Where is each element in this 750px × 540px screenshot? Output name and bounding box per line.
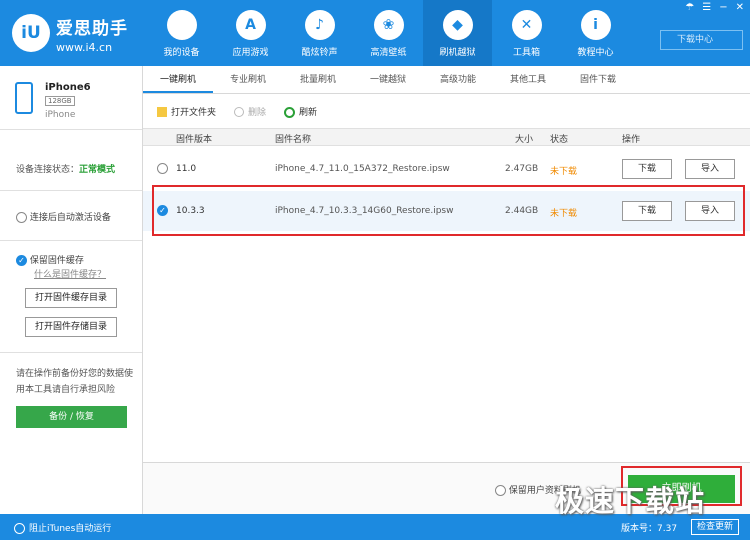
refresh-button[interactable]: 刷新 <box>284 105 317 118</box>
radio-icon <box>495 485 506 496</box>
tools-icon: ✕ <box>511 10 542 40</box>
window-controls: ☂ ☰ − ✕ <box>685 2 744 13</box>
watermark: 极速下载站 <box>555 484 706 518</box>
table-row[interactable]: 11.0 iPhone_4.7_11.0_15A372_Restore.ipsw… <box>143 149 750 189</box>
firmware-size: 2.47GB <box>505 164 539 174</box>
device-model: iPhone <box>45 110 76 120</box>
tab-other-tools[interactable]: 其他工具 <box>493 66 563 93</box>
header-version: 固件版本 <box>176 135 213 145</box>
device-name: iPhone6 <box>45 82 91 93</box>
version-label: 版本号：7.37 <box>621 524 678 534</box>
nav-apps-games[interactable]: A 应用游戏 <box>216 0 285 66</box>
check-update-button[interactable]: 检查更新 <box>691 519 739 535</box>
nav-wallpapers[interactable]: ❀ 高清壁纸 <box>354 0 423 66</box>
highlight-box <box>152 185 745 236</box>
apple-icon <box>166 10 197 40</box>
device-panel: iPhone6 128GB iPhone <box>0 66 142 130</box>
block-itunes-option[interactable]: 阻止iTunes自动运行 <box>14 521 111 534</box>
delete-label: 删除 <box>248 107 267 118</box>
auto-activate-label: 连接后自动激活设备 <box>29 213 111 223</box>
nav-label: 高清壁纸 <box>370 48 407 58</box>
app-url: www.i4.cn <box>56 41 113 54</box>
nav-toolbox[interactable]: ✕ 工具箱 <box>492 0 561 66</box>
box-icon: ◆ <box>442 10 473 40</box>
block-itunes-label: 阻止iTunes自动运行 <box>29 524 112 534</box>
radio-icon <box>14 523 25 534</box>
download-center-button[interactable]: 下载中心 <box>660 30 743 50</box>
flower-icon: ❀ <box>373 10 404 40</box>
table-header: 固件版本 固件名称 大小 状态 操作 <box>143 128 750 146</box>
close-icon[interactable]: ✕ <box>736 2 744 13</box>
backup-restore-button[interactable]: 备份 / 恢复 <box>16 406 127 428</box>
skin-icon[interactable]: ☂ <box>685 2 694 13</box>
divider <box>0 352 142 353</box>
tab-bar: 一键刷机 专业刷机 批量刷机 一键越狱 高级功能 其他工具 固件下载 <box>143 66 750 94</box>
firmware-version: 11.0 <box>176 164 197 174</box>
app-name: 爱思助手 <box>56 19 128 39</box>
header-size: 大小 <box>515 135 534 145</box>
connection-status: 设备连接状态：正常模式 <box>16 162 115 175</box>
nav-label: 应用游戏 <box>232 48 269 58</box>
header-name: 固件名称 <box>275 135 312 145</box>
keep-cache-option[interactable]: ✓ 保留固件缓存 <box>16 253 84 266</box>
brand: 爱思助手 www.i4.cn <box>56 14 128 54</box>
app-logo: iU <box>12 14 50 52</box>
tab-one-click-flash[interactable]: 一键刷机 <box>143 66 213 93</box>
auto-activate-option[interactable]: 连接后自动激活设备 <box>16 210 111 223</box>
nav-flash-jailbreak[interactable]: ◆ 刷机越狱 <box>423 0 492 66</box>
check-icon: ✓ <box>16 255 27 266</box>
delete-icon <box>234 107 245 117</box>
radio-icon[interactable] <box>157 163 168 174</box>
refresh-icon <box>284 106 296 118</box>
open-folder-label: 打开文件夹 <box>171 107 217 118</box>
nav-ringtones[interactable]: ♪ 酷炫铃声 <box>285 0 354 66</box>
divider <box>0 240 142 241</box>
nav-label: 刷机越狱 <box>439 48 476 58</box>
top-bar: iU 爱思助手 www.i4.cn 我的设备 A 应用游戏 ♪ 酷炫铃声 ❀ 高清壁纸… <box>0 0 750 66</box>
tab-one-click-jailbreak[interactable]: 一键越狱 <box>353 66 423 93</box>
nav-tutorials[interactable]: i 教程中心 <box>561 0 630 66</box>
tab-advanced[interactable]: 高级功能 <box>423 66 493 93</box>
phone-icon <box>15 82 33 114</box>
connection-label: 设备连接状态： <box>16 165 80 175</box>
toolbar: 打开文件夹 删除 刷新 <box>143 94 750 128</box>
tab-firmware-download[interactable]: 固件下载 <box>563 66 633 93</box>
main-nav: 我的设备 A 应用游戏 ♪ 酷炫铃声 ❀ 高清壁纸 ◆ 刷机越狱 ✕ 工具箱 i 教程中心 <box>147 0 630 66</box>
minimize-icon[interactable]: − <box>719 2 727 13</box>
sidebar: iPhone6 128GB iPhone 设备连接状态：正常模式 连接后自动激活… <box>0 66 143 514</box>
download-button[interactable]: 下载 <box>622 159 672 179</box>
refresh-label: 刷新 <box>299 107 318 118</box>
radio-icon <box>16 212 27 223</box>
keep-cache-label: 保留固件缓存 <box>29 256 84 266</box>
open-folder-button[interactable]: 打开文件夹 <box>157 105 216 118</box>
tab-pro-flash[interactable]: 专业刷机 <box>213 66 283 93</box>
open-cache-dir-button[interactable]: 打开固件缓存目录 <box>25 288 117 308</box>
warning-text: 请在操作前备份好您的数据使用本工具请自行承担风险 <box>16 369 134 395</box>
firmware-name: iPhone_4.7_11.0_15A372_Restore.ipsw <box>275 164 450 174</box>
divider <box>0 190 142 191</box>
nav-label: 我的设备 <box>163 48 200 58</box>
info-icon: i <box>580 10 611 40</box>
nav-label: 工具箱 <box>512 48 540 58</box>
open-storage-dir-button[interactable]: 打开固件存储目录 <box>25 317 117 337</box>
folder-icon <box>157 107 167 117</box>
import-button[interactable]: 导入 <box>685 159 735 179</box>
device-capacity: 128GB <box>45 96 75 106</box>
menu-icon[interactable]: ☰ <box>702 2 711 13</box>
what-is-cache-link[interactable]: 什么是固件缓存？ <box>34 267 106 280</box>
connection-value: 正常模式 <box>79 165 116 175</box>
nav-my-device[interactable]: 我的设备 <box>147 0 216 66</box>
tab-batch-flash[interactable]: 批量刷机 <box>283 66 353 93</box>
delete-button[interactable]: 删除 <box>234 105 266 118</box>
nav-label: 教程中心 <box>577 48 614 58</box>
bell-icon: ♪ <box>304 10 335 40</box>
appstore-icon: A <box>235 10 266 40</box>
nav-label: 酷炫铃声 <box>301 48 338 58</box>
firmware-status: 未下载 <box>550 167 578 177</box>
header-status: 状态 <box>550 135 569 145</box>
header-action: 操作 <box>622 135 641 145</box>
